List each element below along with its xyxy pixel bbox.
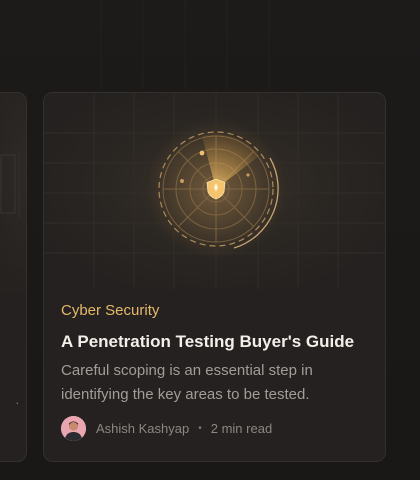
shield-icon [206,178,226,200]
article-title[interactable]: A Penetration Testing Buyer's Guide [61,331,371,353]
blog-carousel: . Cyber Security A Penetration Testing B… [0,0,420,480]
author-avatar [61,415,86,441]
article-excerpt: Careful scoping is an essential step in … [61,362,313,403]
background-grid-lines [100,0,270,90]
previous-article-card[interactable]: . [0,92,27,462]
article-card[interactable]: Cyber Security A Penetration Testing Buy… [43,92,386,462]
previous-article-image [0,93,26,293]
read-time: 2 min read [210,420,273,436]
article-category[interactable]: Cyber Security [61,301,371,321]
meta-separator: • [198,422,202,434]
author-name[interactable]: Ashish Kashyap [96,421,189,436]
article-illustration [44,93,385,289]
previous-article-excerpt-end: . [15,393,19,407]
article-body: Cyber Security A Penetration Testing Buy… [61,301,371,407]
article-meta: Ashish Kashyap • 2 min read [61,415,272,441]
